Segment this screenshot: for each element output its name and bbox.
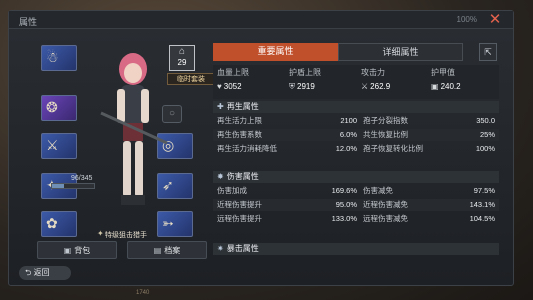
stat-value: 97.5%: [473, 186, 495, 195]
stat-name: 孢子恢复转化比例: [363, 144, 423, 153]
screen-background: 属性 100% ✕ ☃ ❂ ⚔ ✦ ✿ ◎ ➶ ➳ ⌂ 29 临时套装 ○: [0, 0, 533, 300]
stat-value: 100%: [475, 144, 495, 153]
stat-value: 2919: [297, 82, 315, 91]
stat-value: 2100: [340, 116, 357, 125]
stat-name: 再生伤害系数: [217, 130, 262, 139]
section-title: 再生属性: [226, 102, 259, 111]
stat-value: 262.9: [370, 82, 391, 91]
stat-name: 伤害减免: [363, 186, 393, 195]
hp-bar: [51, 183, 95, 189]
stat-value: 169.6%: [331, 186, 357, 195]
shotgun-icon: ➳: [162, 215, 174, 231]
grenade-icon: ✿: [46, 215, 58, 231]
sword-icon: ⚔: [361, 82, 369, 91]
temp-suit-label[interactable]: 临时套装: [167, 73, 215, 85]
heart-icon: ♥: [217, 82, 222, 91]
profile-label: 档案: [164, 246, 181, 255]
section-title: 暴击属性: [226, 244, 259, 253]
tab-detailed-attributes[interactable]: 详细属性: [338, 43, 463, 61]
stat-shield-max: 护盾上限 ⛨ 2919: [289, 67, 359, 92]
table-row: 远程伤害提升 133.0% 远程伤害减免 104.5%: [213, 213, 499, 225]
regen-icon: ✚: [217, 102, 224, 111]
stat-hp-max: 血量上限 ♥ 3052: [217, 67, 287, 91]
stat-value: 6.0%: [339, 130, 357, 139]
bag-label: 背包: [74, 246, 91, 255]
bag-icon: ▣: [63, 246, 72, 255]
necklace-icon: ❂: [46, 99, 58, 115]
tab-important-attributes[interactable]: 重要属性: [213, 43, 338, 61]
stat-armor: 护甲值 ▣ 240.2: [431, 67, 501, 91]
stat-name: 再生活力上限: [217, 116, 262, 125]
share-icon[interactable]: ⇱: [479, 43, 497, 61]
title-bar: 属性 100% ✕: [9, 11, 513, 29]
stat-label: 血量上限: [217, 68, 249, 77]
stat-name: 再生活力消耗降低: [217, 144, 277, 153]
rifle-icon: ⚔: [46, 137, 59, 153]
helmet-icon: ☃: [46, 49, 59, 65]
summary-stats: 血量上限 ♥ 3052 护盾上限 ⛨ 2919 攻击力 ⚔ 262.9 护甲值 ▣ 240.2: [213, 65, 499, 99]
stat-value: 95.0%: [335, 200, 357, 209]
table-row: 再生伤害系数 6.0% 共生恢复比例 25%: [213, 129, 499, 141]
stat-label: 攻击力: [361, 68, 385, 77]
hp-text: 96/345: [71, 175, 93, 182]
crit-icon: ✷: [217, 244, 224, 253]
building-icon: ⌂: [178, 46, 186, 57]
slot-necklace[interactable]: ❂: [41, 95, 77, 121]
table-row: 再生活力上限 2100 孢子分裂指数 350.0: [213, 115, 499, 127]
bag-button[interactable]: ▣ 背包: [37, 241, 117, 259]
stat-name: 共生恢复比例: [363, 130, 408, 139]
sniper-class-icon: ✦: [97, 229, 104, 238]
stat-value: 240.2: [440, 82, 461, 91]
back-arrow-icon: ⮌: [25, 268, 34, 277]
footer-number: 1740: [136, 290, 150, 296]
back-label: 返回: [33, 268, 50, 277]
level-badge: ⌂ 29: [169, 45, 195, 71]
section-crit: ✷ 暴击属性: [213, 243, 499, 255]
slot-rifle[interactable]: ⚔: [41, 133, 77, 159]
stat-value: 104.5%: [469, 214, 495, 223]
stat-name: 近程伤害提升: [217, 200, 262, 209]
level-value: 29: [177, 58, 187, 67]
profile-button[interactable]: ▤ 档案: [127, 241, 207, 259]
stat-attack: 攻击力 ⚔ 262.9: [361, 67, 431, 91]
stat-value: 133.0%: [331, 214, 357, 223]
back-button[interactable]: ⮌ 返回: [19, 266, 71, 280]
section-damage: ✸ 伤害属性: [213, 171, 499, 183]
stat-name: 伤害加成: [217, 186, 247, 195]
window-title: 属性: [19, 17, 38, 27]
damage-icon: ✸: [217, 172, 224, 181]
stat-label: 护盾上限: [289, 68, 321, 77]
stat-name: 孢子分裂指数: [363, 116, 408, 125]
attributes-panel: 属性 100% ✕ ☃ ❂ ⚔ ✦ ✿ ◎ ➶ ➳ ⌂ 29 临时套装 ○: [8, 10, 514, 286]
stat-name: 近程伤害减免: [363, 200, 408, 209]
profile-icon: ▤: [153, 246, 162, 255]
table-row: 近程伤害提升 95.0% 近程伤害减免 143.1%: [213, 199, 499, 211]
section-title: 伤害属性: [226, 172, 259, 181]
close-icon[interactable]: ✕: [487, 12, 503, 28]
stat-value: 3052: [223, 82, 242, 91]
stat-name: 远程伤害减免: [363, 214, 408, 223]
table-row: 伤害加成 169.6% 伤害减免 97.5%: [213, 185, 499, 197]
stat-value: 350.0: [476, 116, 495, 125]
stat-value: 25%: [479, 130, 495, 139]
stat-value: 12.0%: [335, 144, 357, 153]
shield-icon: ⛨: [289, 82, 295, 91]
class-label: 特级狙击猎手: [105, 232, 147, 239]
hp-bar-fill: [52, 184, 64, 188]
section-regen: ✚ 再生属性: [213, 101, 499, 113]
table-row: 再生活力消耗降低 12.0% 孢子恢复转化比例 100%: [213, 143, 499, 155]
armor-icon: ▣: [431, 82, 439, 91]
character-figure: [100, 53, 168, 205]
stat-name: 远程伤害提升: [217, 214, 262, 223]
stat-label: 护甲值: [431, 68, 455, 77]
battery-status: 100%: [456, 15, 477, 24]
slot-helmet[interactable]: ☃: [41, 45, 77, 71]
stat-value: 143.1%: [469, 200, 495, 209]
slot-grenade[interactable]: ✿: [41, 211, 77, 237]
